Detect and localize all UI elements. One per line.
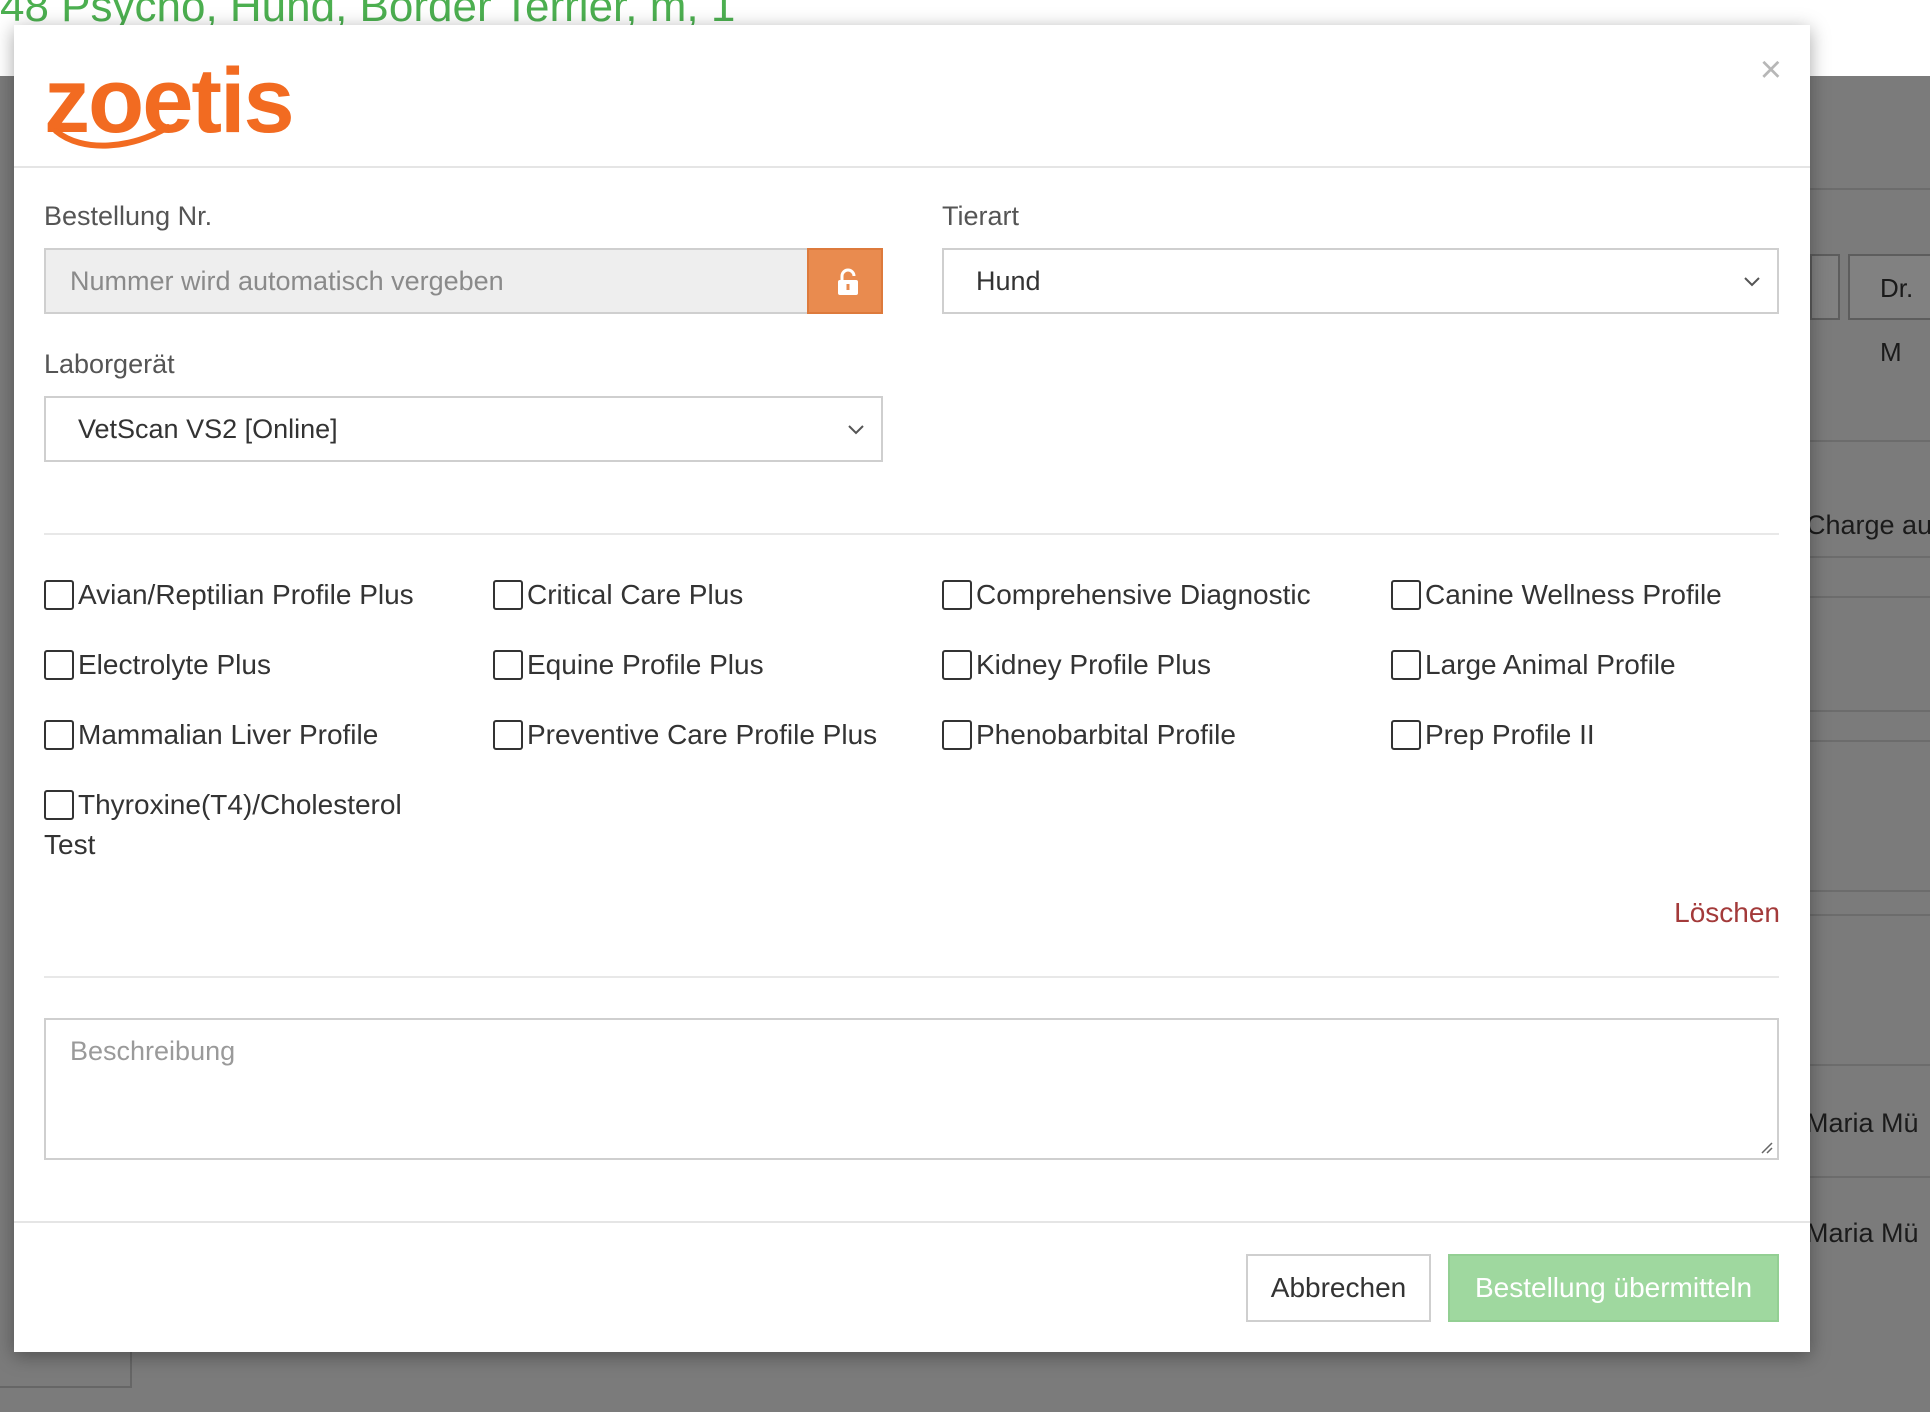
profile-label: Large Animal Profile — [1425, 649, 1676, 680]
background-divider — [1810, 188, 1930, 190]
device-label: Laborgerät — [44, 349, 175, 379]
background-divider — [1810, 890, 1930, 892]
profile-label: Thyroxine(T4)/Cholesterol Test — [44, 789, 402, 860]
profile-checkbox-item[interactable]: Comprehensive Diagnostic — [942, 575, 1342, 615]
section-divider — [44, 533, 1779, 535]
delete-link[interactable]: Löschen — [1674, 897, 1780, 929]
background-divider — [1810, 440, 1930, 442]
order-number-label: Bestellung Nr. — [44, 201, 213, 231]
order-number-input[interactable]: Nummer wird automatisch vergeben — [44, 248, 809, 314]
checkbox[interactable] — [44, 650, 74, 680]
background-charge-button[interactable]: Charge au — [1806, 510, 1930, 541]
profile-label: Electrolyte Plus — [78, 649, 271, 680]
profile-label: Equine Profile Plus — [527, 649, 764, 680]
checkbox[interactable] — [493, 650, 523, 680]
species-label: Tierart — [942, 201, 1020, 231]
checkbox[interactable] — [942, 720, 972, 750]
profile-label: Canine Wellness Profile — [1425, 579, 1722, 610]
profile-checkbox-item[interactable]: Canine Wellness Profile — [1391, 575, 1791, 615]
background-doctor-button[interactable]: Dr. M — [1848, 254, 1930, 367]
profile-label: Critical Care Plus — [527, 579, 744, 610]
resize-grip-icon[interactable] — [1759, 1140, 1773, 1154]
profile-checkbox-item[interactable]: Kidney Profile Plus — [942, 645, 1342, 685]
device-select[interactable]: VetScan VS2 [Online] — [44, 396, 883, 462]
checkbox[interactable] — [1391, 580, 1421, 610]
lab-order-modal: zoetis × Bestellung Nr. Nummer wird auto… — [14, 25, 1810, 1352]
profile-label: Prep Profile II — [1425, 719, 1595, 750]
unlock-icon — [838, 268, 858, 295]
background-row-name: Maria Mü — [1806, 1108, 1919, 1138]
cancel-button[interactable]: Abbrechen — [1246, 1254, 1431, 1322]
profile-label: Preventive Care Profile Plus — [527, 719, 878, 750]
description-placeholder: Beschreibung — [70, 1036, 236, 1066]
checkbox[interactable] — [942, 580, 972, 610]
checkbox[interactable] — [44, 720, 74, 750]
profile-checkbox-item[interactable]: Phenobarbital Profile — [942, 715, 1342, 755]
profile-label: Kidney Profile Plus — [976, 649, 1212, 680]
profile-checkbox-item[interactable]: Preventive Care Profile Plus — [493, 715, 893, 755]
checkbox[interactable] — [1391, 650, 1421, 680]
checkbox[interactable] — [1391, 720, 1421, 750]
modal-footer-divider — [14, 1221, 1810, 1223]
background-box — [0, 1352, 132, 1388]
profile-checkbox-item[interactable]: Mammalian Liver Profile — [44, 715, 444, 755]
checkbox[interactable] — [942, 650, 972, 680]
background-divider — [1810, 710, 1930, 712]
background-divider — [1810, 740, 1930, 742]
modal-header: zoetis × — [14, 25, 1810, 168]
unlock-button[interactable] — [807, 248, 883, 314]
background-divider — [1810, 1064, 1930, 1066]
close-button[interactable]: × — [1760, 51, 1782, 89]
background-divider — [1810, 596, 1930, 598]
profile-checkbox-item[interactable]: Avian/Reptilian Profile Plus — [44, 575, 444, 615]
background-divider — [1810, 556, 1930, 558]
device-select-value: VetScan VS2 [Online] — [78, 414, 338, 444]
checkbox[interactable] — [493, 720, 523, 750]
section-divider — [44, 976, 1779, 978]
checkbox[interactable] — [44, 790, 74, 820]
profile-checkbox-item[interactable]: Thyroxine(T4)/Cholesterol Test — [44, 785, 424, 865]
profile-checkbox-item[interactable]: Equine Profile Plus — [493, 645, 893, 685]
chevron-down-icon — [1744, 277, 1760, 287]
background-row-name: Maria Mü — [1806, 1218, 1919, 1248]
profile-label: Comprehensive Diagnostic — [976, 579, 1311, 610]
checkbox[interactable] — [493, 580, 523, 610]
profile-checkbox-item[interactable]: Prep Profile II — [1391, 715, 1791, 755]
profile-label: Avian/Reptilian Profile Plus — [78, 579, 414, 610]
chevron-down-icon — [848, 425, 864, 435]
checkbox[interactable] — [44, 580, 74, 610]
background-divider — [1810, 1176, 1930, 1178]
species-select-value: Hund — [976, 266, 1041, 296]
profile-label: Mammalian Liver Profile — [78, 719, 379, 750]
profile-label: Phenobarbital Profile — [976, 719, 1236, 750]
background-divider — [1810, 914, 1930, 916]
background-button[interactable] — [1810, 254, 1840, 320]
submit-order-button[interactable]: Bestellung übermitteln — [1448, 1254, 1779, 1322]
profile-checkbox-item[interactable]: Large Animal Profile — [1391, 645, 1791, 685]
profile-checkbox-item[interactable]: Electrolyte Plus — [44, 645, 444, 685]
species-select[interactable]: Hund — [942, 248, 1779, 314]
description-textarea[interactable]: Beschreibung — [44, 1018, 1779, 1160]
profile-checkbox-item[interactable]: Critical Care Plus — [493, 575, 893, 615]
logo-swoosh-icon — [53, 124, 171, 149]
